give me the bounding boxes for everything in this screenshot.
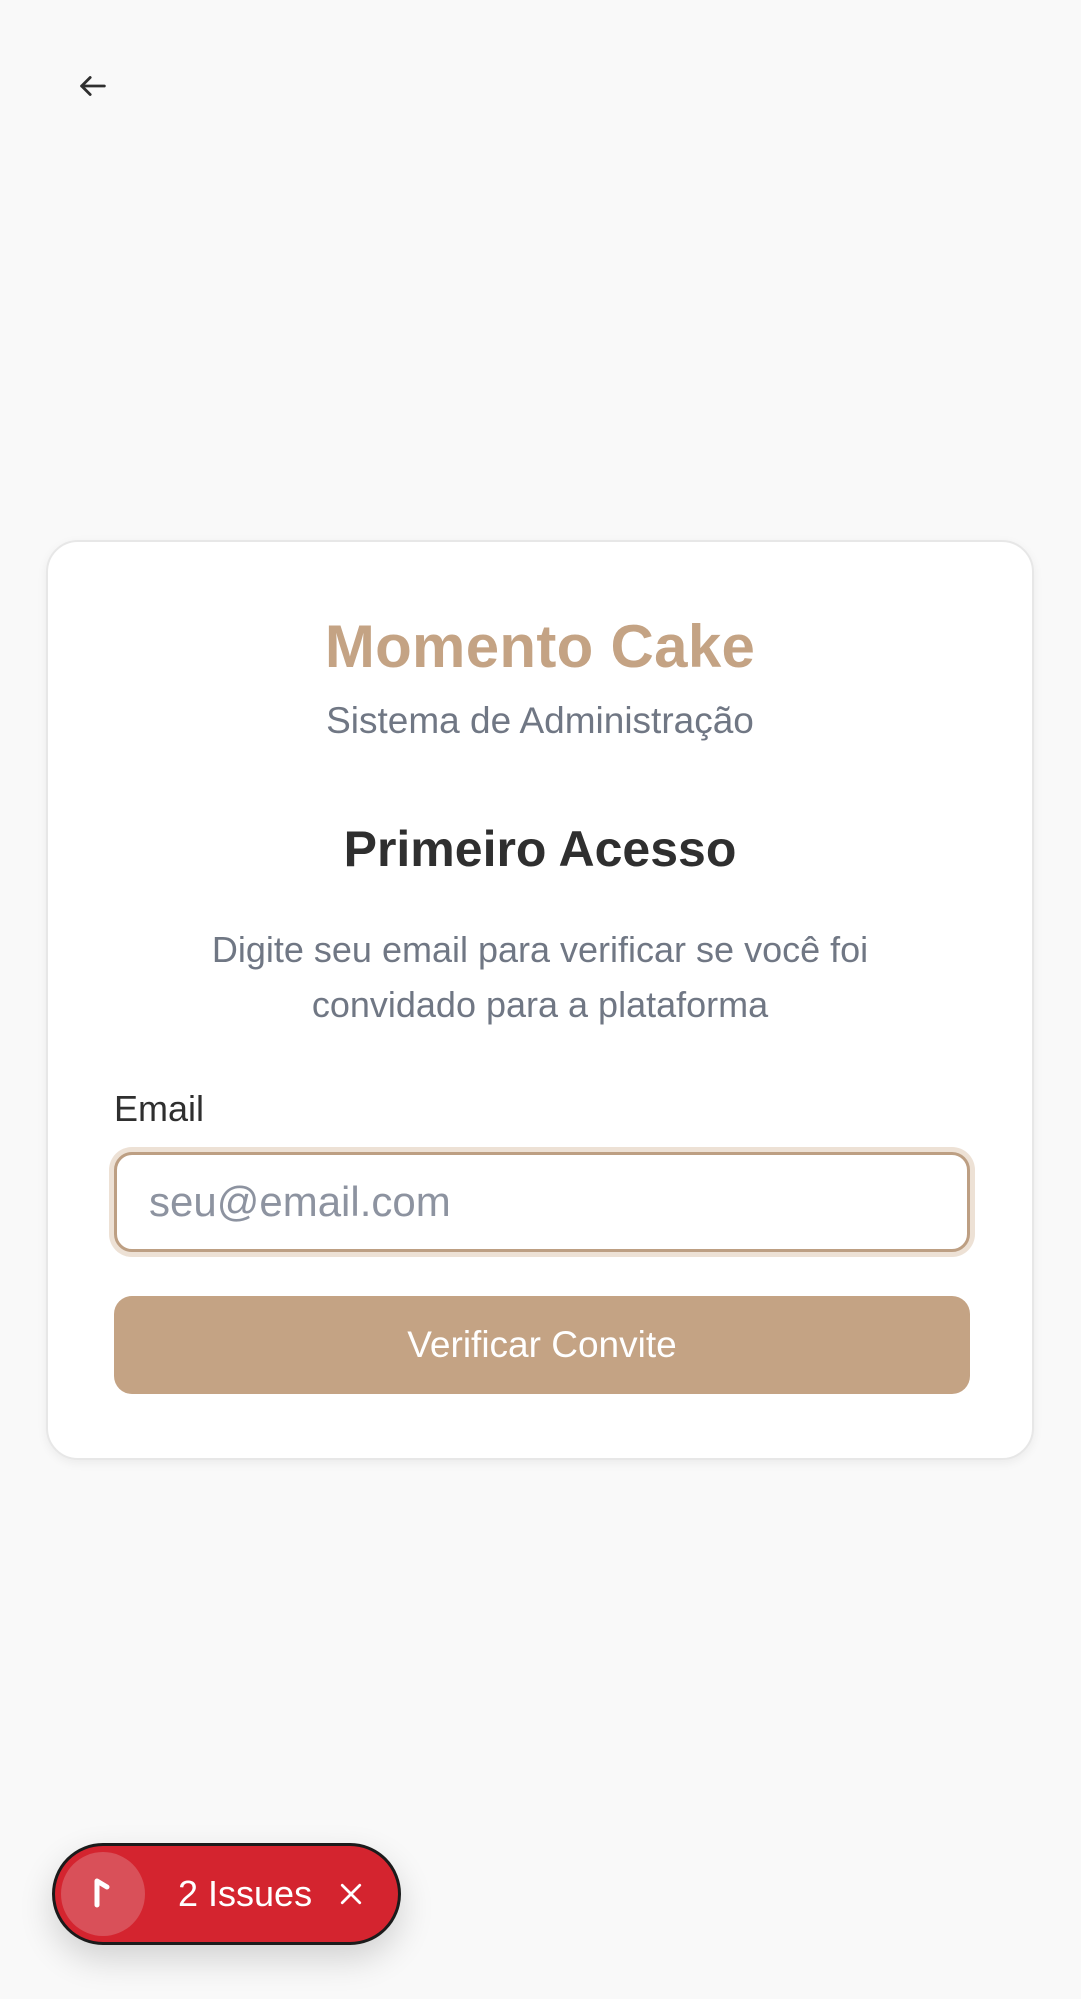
- next-logo-icon: [92, 1875, 114, 1914]
- email-field[interactable]: [114, 1152, 970, 1252]
- brand-title: Momento Cake: [324, 613, 756, 680]
- first-access-card: Momento Cake Sistema de Administração Pr…: [46, 540, 1034, 1460]
- back-button[interactable]: [68, 63, 118, 113]
- close-icon[interactable]: [333, 1876, 369, 1912]
- issues-indicator-button[interactable]: [61, 1852, 145, 1936]
- page-title: Primeiro Acesso: [343, 821, 737, 877]
- arrow-left-icon: [76, 69, 110, 108]
- brand-subtitle: Sistema de Administração: [326, 700, 754, 741]
- issues-badge[interactable]: 2 Issues: [52, 1843, 401, 1945]
- verify-invite-button[interactable]: Verificar Convite: [114, 1296, 970, 1394]
- issues-count-label[interactable]: 2 Issues: [178, 1846, 312, 1942]
- page-description: Digite seu email para verificar se você …: [211, 929, 869, 1025]
- email-label: Email: [114, 1088, 205, 1129]
